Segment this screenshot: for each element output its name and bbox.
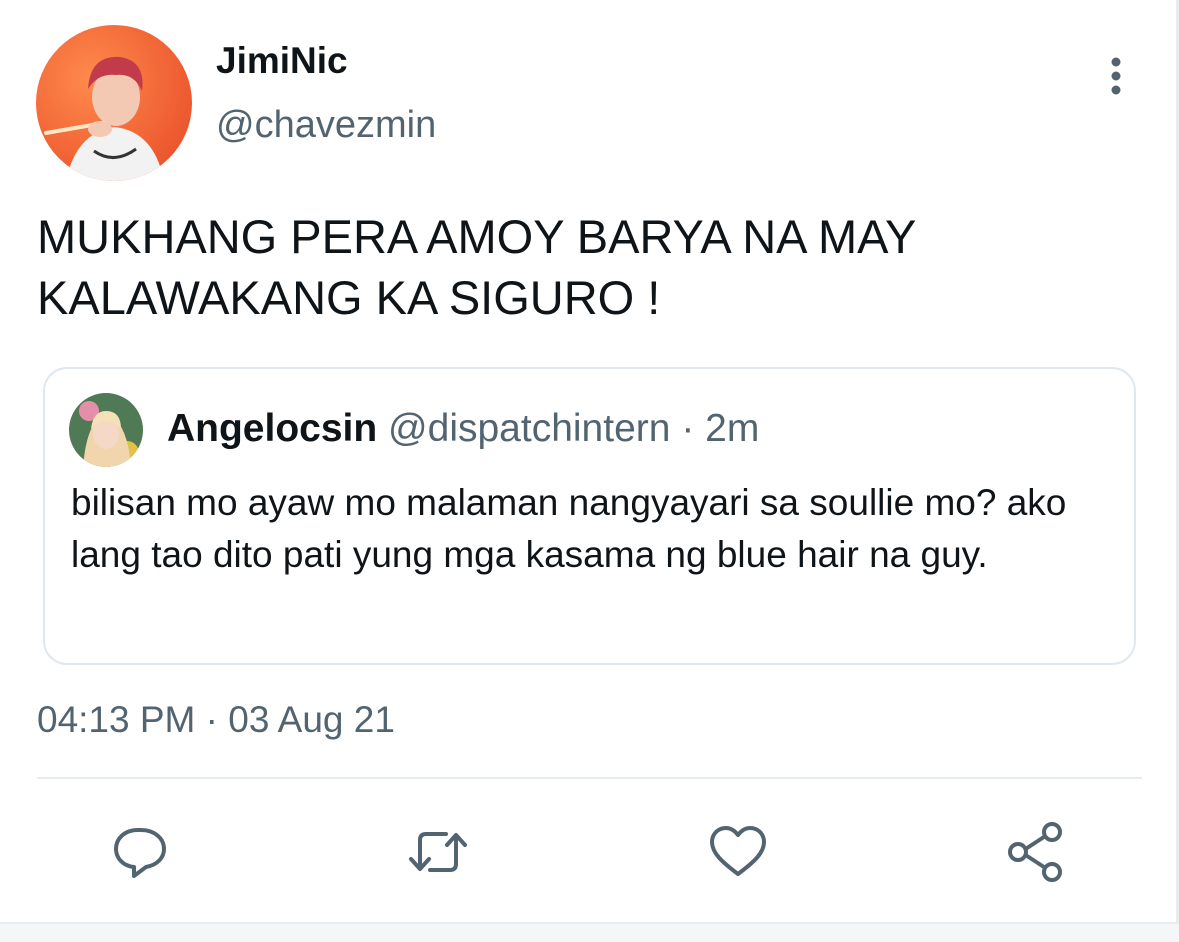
author-name[interactable]: JimiNic [216,40,348,82]
quoted-tweet-text: bilisan mo ayaw mo malaman nangyayari sa… [71,482,1067,575]
quoted-tweet-header: Angelocsin @dispatchintern · 2m [167,407,759,451]
quoted-author-avatar[interactable] [69,393,143,467]
bottom-separator [0,922,1179,942]
retweet-icon[interactable] [406,822,470,882]
heart-icon[interactable] [706,822,770,882]
quoted-tweet-card[interactable]: Angelocsin @dispatchintern · 2m bilisan … [43,367,1136,665]
quoted-author-name[interactable]: Angelocsin [167,407,377,450]
quoted-separator: · [681,407,695,450]
more-options-icon[interactable] [1096,50,1136,100]
share-icon[interactable] [1004,822,1068,882]
tweet-text: MUKHANG PERA AMOY BARYA NA MAY KALAWAKAN… [37,210,916,324]
author-avatar[interactable] [36,25,192,181]
reply-icon[interactable] [108,822,172,882]
author-handle[interactable]: @chavezmin [216,104,436,147]
tweet-timestamp[interactable]: 04:13 PM · 03 Aug 21 [37,699,395,741]
quoted-time: 2m [705,407,760,450]
divider [37,777,1142,779]
quoted-author-handle[interactable]: @dispatchintern [388,407,670,450]
